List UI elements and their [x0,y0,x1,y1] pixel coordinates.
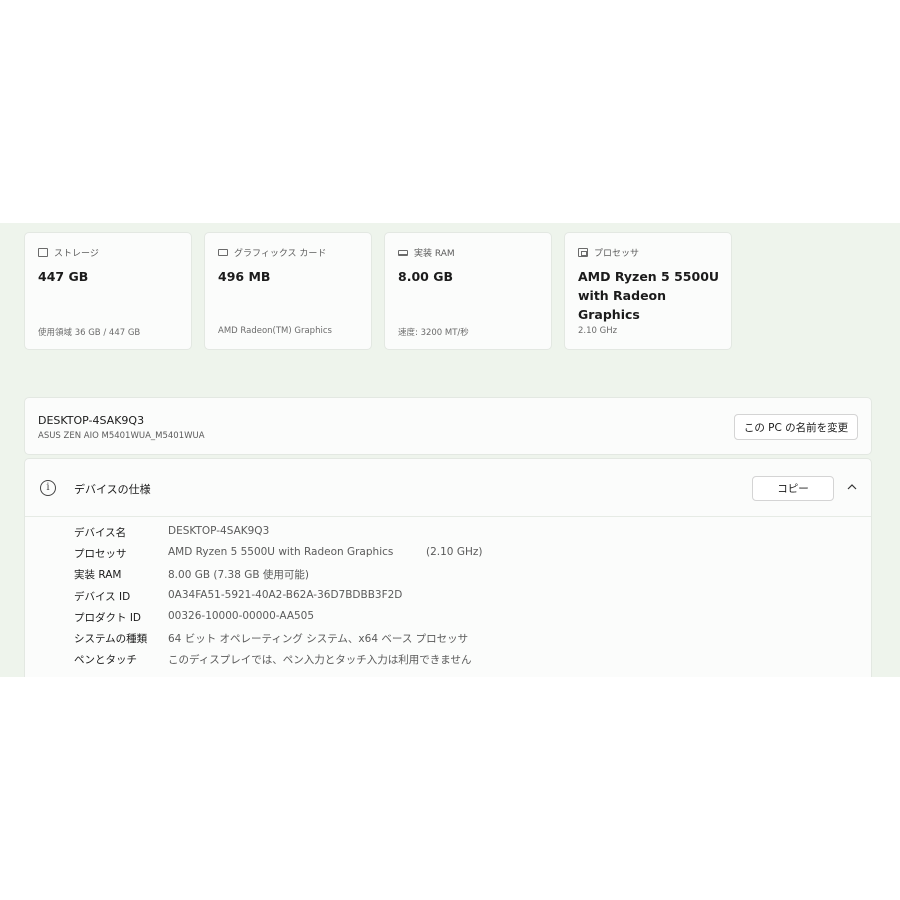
card-subtext: AMD Radeon(TM) Graphics [218,326,332,336]
spec-value: 64 ビット オペレーティング システム、x64 ベース プロセッサ [168,632,469,645]
storage-card: ストレージ 447 GB 使用領域 36 GB / 447 GB [24,232,192,350]
chevron-up-icon[interactable] [845,478,859,496]
storage-icon [38,248,48,257]
ram-card: 実装 RAM 8.00 GB 速度: 3200 MT/秒 [384,232,552,350]
rename-pc-button[interactable]: この PC の名前を変更 [734,414,858,440]
spec-value: AMD Ryzen 5 5500U with Radeon Graphics [168,546,394,559]
card-label: プロセッサ [594,249,640,259]
spec-value: このディスプレイでは、ペン入力とタッチ入力は利用できません [168,654,472,667]
card-value: 496 MB [218,269,271,284]
ram-icon [398,249,408,256]
processor-icon [578,248,588,257]
card-subtext: 2.10 GHz [578,326,618,336]
spec-value-frequency: (2.10 GHz) [426,546,483,559]
spec-value: 00326-10000-00000-AA505 [168,609,315,622]
card-subtext: 速度: 3200 MT/秒 [398,328,469,338]
spec-key: プロダクト ID [74,611,142,624]
spec-key: ペンとタッチ [74,654,137,667]
pc-name: DESKTOP-4SAK9Q3 [38,414,145,427]
pc-model: ASUS ZEN AIO M5401WUA_M5401WUA [38,431,205,441]
spec-value: 0A34FA51-5921-40A2-B62A-36D7BDBB3F2D [168,588,403,601]
card-value: 8.00 GB [398,269,453,284]
pc-name-bar: DESKTOP-4SAK9Q3 ASUS ZEN AIO M5401WUA_M5… [24,397,872,455]
card-subtext: 使用領域 36 GB / 447 GB [38,328,141,338]
card-label: 実装 RAM [414,249,455,259]
spec-key: システムの種類 [74,632,148,645]
spec-value: DESKTOP-4SAK9Q3 [168,525,270,537]
card-value: 447 GB [38,269,89,284]
device-spec-title: デバイスの仕様 [74,483,151,496]
info-icon: i [40,480,56,496]
settings-panel: ストレージ 447 GB 使用領域 36 GB / 447 GB グラフィックス… [0,223,900,677]
graphics-card-icon [218,249,228,256]
spec-key: 実装 RAM [74,569,122,582]
device-spec-section: i デバイスの仕様 コピー デバイス名 DESKTOP-4SAK9Q3 プロセッ… [24,458,872,677]
device-spec-header[interactable]: i デバイスの仕様 コピー [25,459,871,517]
spec-key: デバイス ID [74,590,131,603]
card-label: ストレージ [54,249,99,259]
processor-card: プロセッサ AMD Ryzen 5 5500U with Radeon Grap… [564,232,732,350]
spec-key: プロセッサ [74,548,127,561]
card-label: グラフィックス カード [234,249,327,259]
card-value: AMD Ryzen 5 5500U with Radeon Graphics [578,269,720,322]
graphics-card-card: グラフィックス カード 496 MB AMD Radeon(TM) Graphi… [204,232,372,350]
spec-value: 8.00 GB (7.38 GB 使用可能) [168,569,309,582]
spec-key: デバイス名 [74,527,127,539]
copy-button[interactable]: コピー [752,476,834,501]
